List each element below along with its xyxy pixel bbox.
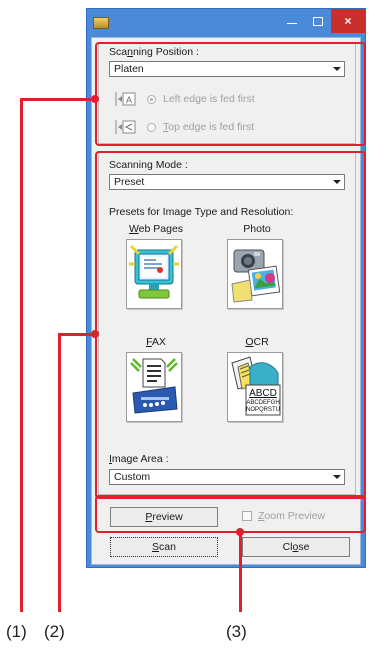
- scan-button[interactable]: Scan: [110, 537, 218, 557]
- callout-2-leader-v: [58, 333, 61, 612]
- close-button[interactable]: Close: [242, 537, 350, 557]
- callout-2-label: (2): [44, 622, 65, 641]
- callout-3-label: (3): [226, 622, 247, 641]
- close-window-button[interactable]: ×: [331, 9, 365, 33]
- callout-3-leader-v: [239, 531, 242, 612]
- minimize-icon: [287, 22, 297, 24]
- app-icon: [93, 17, 109, 29]
- scanning-mode-highlight: [95, 151, 366, 499]
- maximize-icon: [313, 16, 323, 26]
- maximize-button[interactable]: [305, 9, 331, 33]
- callout-1-label: (1): [6, 622, 27, 641]
- callout-1-leader-h: [20, 98, 95, 101]
- title-bar[interactable]: ×: [87, 9, 365, 37]
- close-icon: ×: [344, 14, 352, 28]
- minimize-button[interactable]: [279, 9, 305, 33]
- callout-2-leader-h: [58, 333, 95, 336]
- preview-bar-highlight: [95, 495, 366, 533]
- scanning-position-highlight: [95, 42, 366, 146]
- callout-1-leader-v: [20, 98, 23, 612]
